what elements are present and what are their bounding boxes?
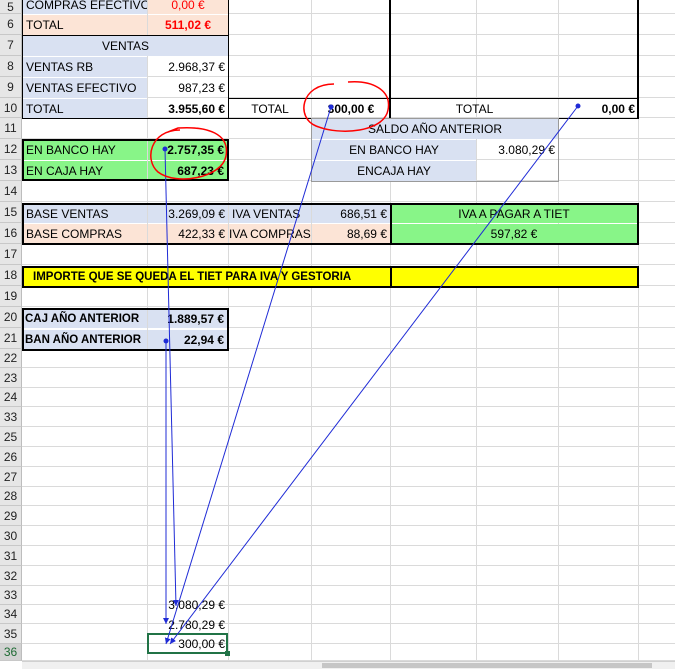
trace-arrow xyxy=(169,105,579,645)
trace-dot xyxy=(328,104,334,110)
trace-dot xyxy=(163,338,169,344)
trace-dot xyxy=(575,103,581,109)
red-circle xyxy=(303,81,390,132)
red-annotations xyxy=(150,81,390,180)
trace-arrow xyxy=(164,148,179,607)
red-circle xyxy=(150,126,228,180)
trace-arrow xyxy=(164,106,332,645)
trace-arrows xyxy=(162,103,581,645)
spreadsheet: 5 6 7 8 9 10 11 12 13 14 15 16 17 18 19 20 21 22 23 24 33 25 2… xyxy=(0,0,675,669)
annotation-overlay xyxy=(150,81,581,645)
trace-dot xyxy=(162,146,168,152)
scrollbar-thumb[interactable] xyxy=(322,663,652,668)
